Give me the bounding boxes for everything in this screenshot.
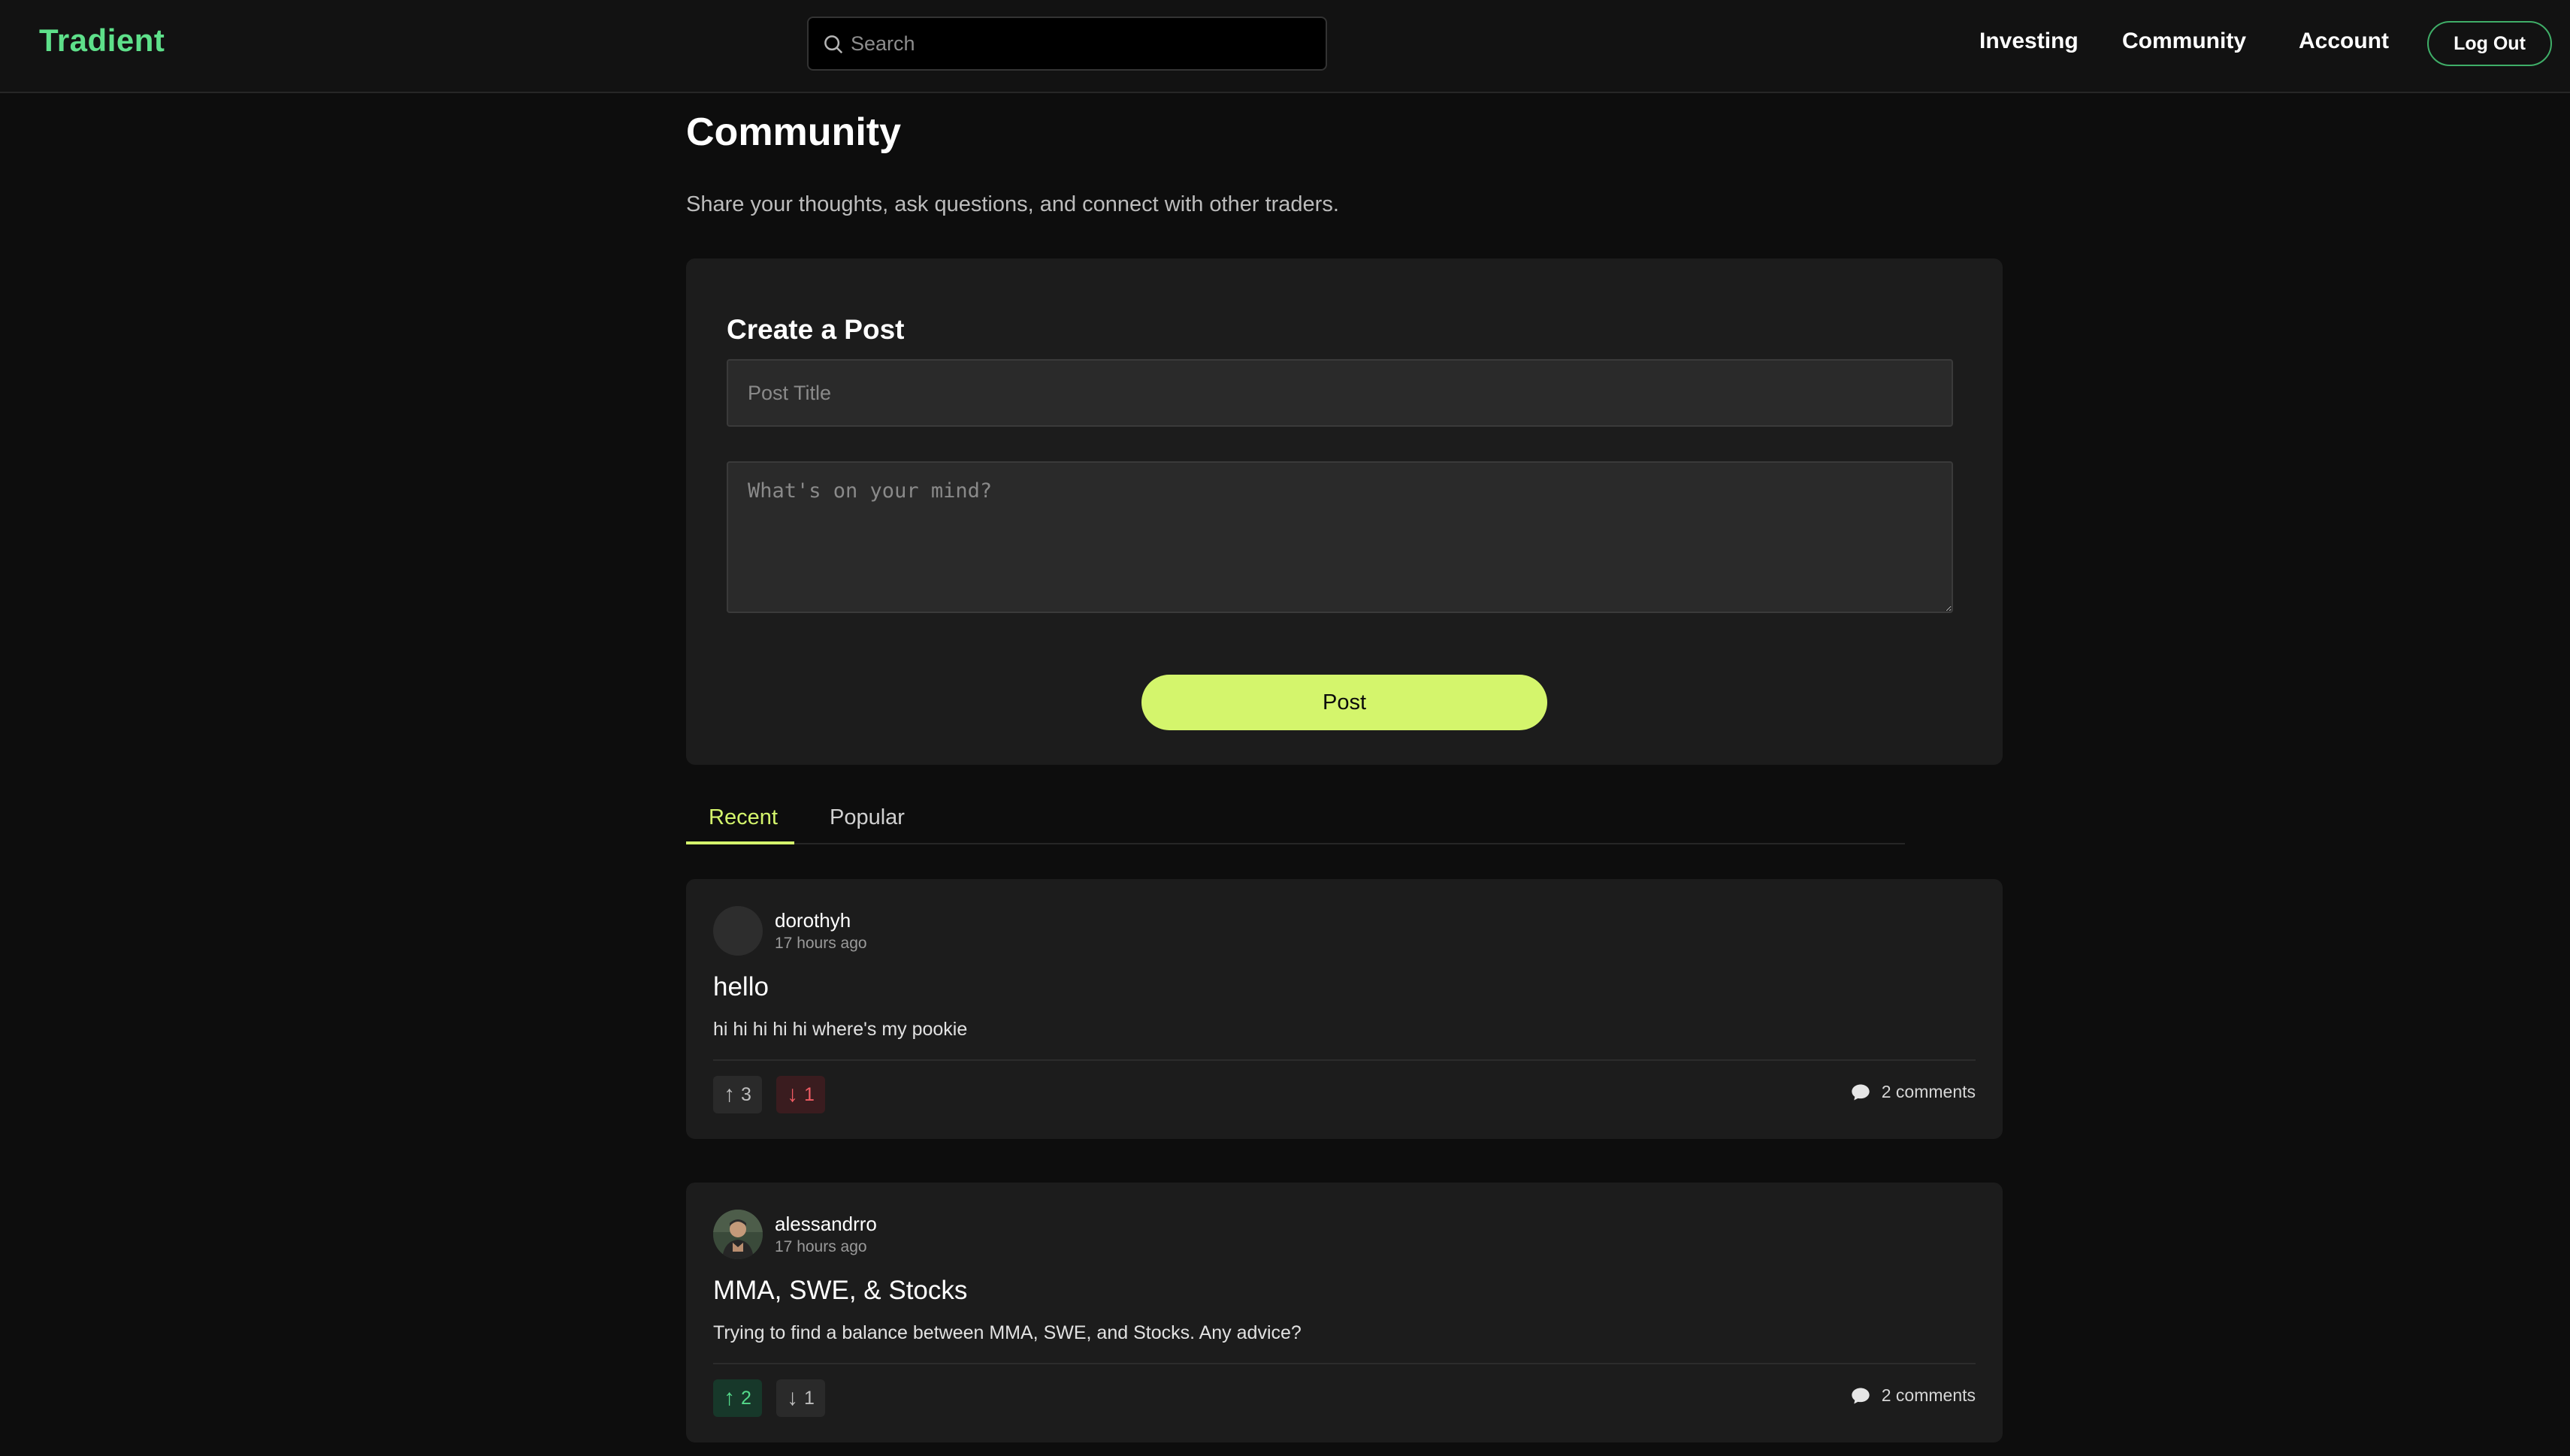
post-timestamp: 17 hours ago <box>775 1238 867 1255</box>
post-title[interactable]: MMA, SWE, & Stocks <box>713 1276 967 1306</box>
comments-link[interactable]: 2 comments <box>1850 1385 1976 1406</box>
upvote-button[interactable]: ↑ 3 <box>713 1076 762 1113</box>
post-username[interactable]: dorothyh <box>775 909 851 932</box>
post-submit-button[interactable]: Post <box>1141 675 1547 730</box>
tab-popular[interactable]: Popular <box>830 805 905 844</box>
downvote-count: 1 <box>804 1083 815 1105</box>
avatar[interactable] <box>713 906 763 956</box>
downvote-count: 1 <box>804 1387 815 1409</box>
comment-bubble-icon <box>1852 1388 1870 1403</box>
post-body: Trying to find a balance between MMA, SW… <box>713 1322 1302 1343</box>
post-card: dorothyh 17 hours ago hello hi hi hi hi … <box>686 879 2003 1139</box>
nav-link-account[interactable]: Account <box>2299 29 2389 54</box>
up-arrow-icon: ↑ <box>724 1082 735 1107</box>
upvote-button[interactable]: ↑ 2 <box>713 1379 762 1417</box>
comment-bubble-icon <box>1852 1084 1870 1100</box>
page-title: Community <box>686 110 901 154</box>
comments-count: 2 comments <box>1881 1385 1976 1405</box>
post-body-textarea[interactable] <box>727 461 1953 613</box>
tab-recent[interactable]: Recent <box>709 805 778 844</box>
log-out-button[interactable]: Log Out <box>2427 21 2552 66</box>
downvote-button[interactable]: ↓ 1 <box>776 1076 825 1113</box>
upvote-count: 2 <box>741 1387 751 1409</box>
post-timestamp: 17 hours ago <box>775 935 867 952</box>
post-body: hi hi hi hi hi where's my pookie <box>713 1019 968 1040</box>
create-post-heading: Create a Post <box>727 314 905 345</box>
comments-link[interactable]: 2 comments <box>1850 1082 1976 1102</box>
upvote-count: 3 <box>741 1083 751 1105</box>
active-tab-indicator <box>686 841 794 844</box>
down-arrow-icon: ↓ <box>787 1082 798 1107</box>
page-subtitle: Share your thoughts, ask questions, and … <box>686 192 1339 216</box>
search-bar[interactable] <box>807 17 1327 71</box>
nav-link-investing[interactable]: Investing <box>1979 29 2079 54</box>
post-divider <box>713 1363 1976 1364</box>
create-post-card: Create a Post Post <box>686 258 2003 765</box>
post-title[interactable]: hello <box>713 972 769 1002</box>
post-username[interactable]: alessandrro <box>775 1213 877 1236</box>
tradient-logo[interactable]: Tradient <box>39 23 165 59</box>
down-arrow-icon: ↓ <box>787 1385 798 1410</box>
downvote-button[interactable]: ↓ 1 <box>776 1379 825 1417</box>
up-arrow-icon: ↑ <box>724 1385 735 1410</box>
avatar[interactable] <box>713 1210 763 1259</box>
feed-tabs: Recent Popular <box>686 795 1905 844</box>
comments-count: 2 comments <box>1881 1082 1976 1101</box>
nav-link-community[interactable]: Community <box>2122 29 2246 54</box>
post-divider <box>713 1059 1976 1061</box>
post-card: alessandrro 17 hours ago MMA, SWE, & Sto… <box>686 1183 2003 1442</box>
search-icon <box>824 35 843 54</box>
top-navbar: Tradient Investing Community Account Log… <box>0 0 2570 93</box>
user-photo-avatar <box>713 1210 763 1259</box>
search-input[interactable] <box>851 18 1317 69</box>
post-title-input[interactable] <box>727 359 1953 427</box>
